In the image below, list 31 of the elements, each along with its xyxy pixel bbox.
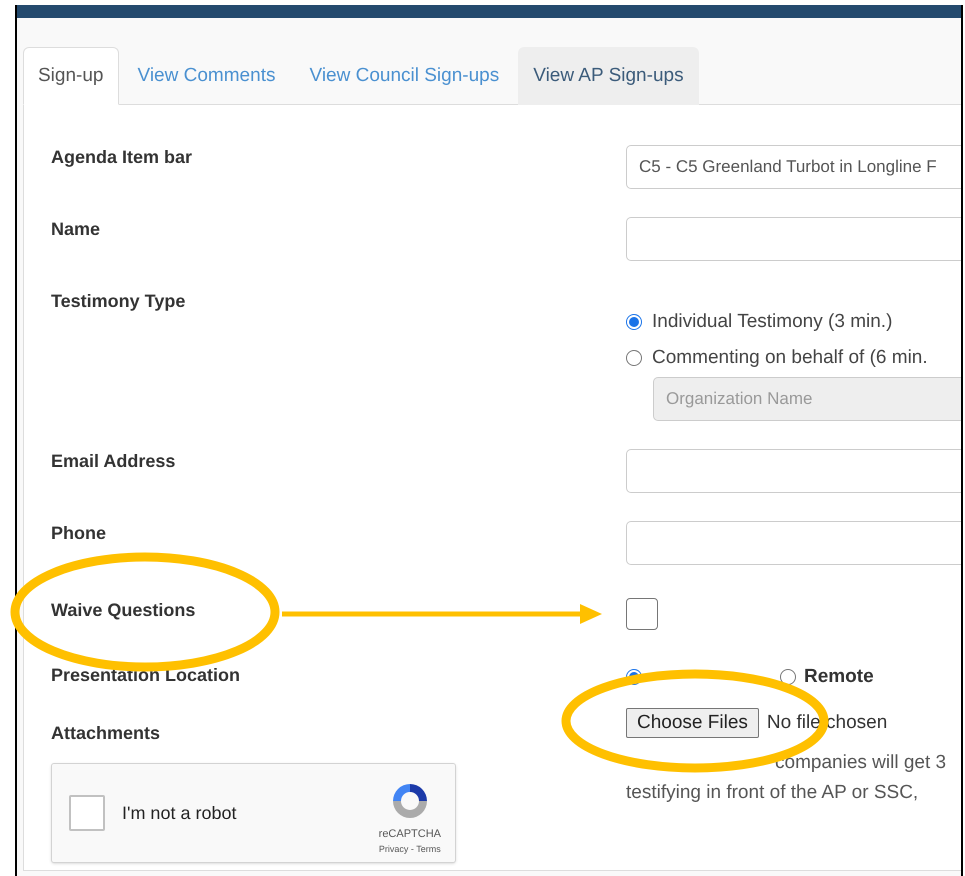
field-label: Waive Questions — [51, 599, 196, 622]
option-label: Remote — [804, 665, 874, 689]
choose-files-button[interactable]: Choose Files — [626, 708, 759, 738]
tab[interactable]: Sign-up — [23, 47, 118, 105]
field-label: Attachments — [51, 722, 160, 745]
option-label: Commenting on behalf of (6 min. — [652, 346, 928, 370]
field-label: Phone — [51, 522, 106, 545]
input-field[interactable]: C5 - C5 Greenland Turbot in Longline F — [626, 145, 961, 189]
input-field[interactable] — [626, 521, 961, 565]
captcha-label: I'm not a robot — [122, 802, 238, 824]
tab[interactable]: View AP Sign-ups — [518, 47, 699, 105]
input-field[interactable] — [626, 217, 961, 261]
radio-button[interactable] — [626, 669, 642, 686]
field-label: Name — [51, 218, 100, 241]
field-value: C5 - C5 Greenland Turbot in Longline F — [639, 156, 937, 178]
input-field[interactable] — [626, 449, 961, 493]
field-label: Email Address — [51, 450, 176, 473]
field-placeholder: Organization Name — [666, 388, 812, 410]
field-label: Presentation Location — [51, 664, 240, 687]
captcha-brand: reCAPTCHA — [378, 827, 441, 842]
checkbox[interactable] — [626, 598, 658, 630]
captcha-checkbox[interactable] — [69, 795, 105, 831]
field-label: Testimony Type — [51, 290, 186, 313]
field-label: Agenda Item bar — [51, 146, 192, 169]
radio-button[interactable] — [780, 669, 796, 686]
radio-button[interactable] — [626, 314, 642, 330]
help-text: companies will get 3 — [775, 751, 946, 775]
help-text: testifying in front of the AP or SSC, — [626, 781, 918, 805]
radio-button[interactable] — [626, 350, 642, 366]
captcha-links[interactable]: Privacy - Terms — [378, 842, 441, 856]
option-label: Individual Testimony (3 min.) — [652, 310, 892, 334]
